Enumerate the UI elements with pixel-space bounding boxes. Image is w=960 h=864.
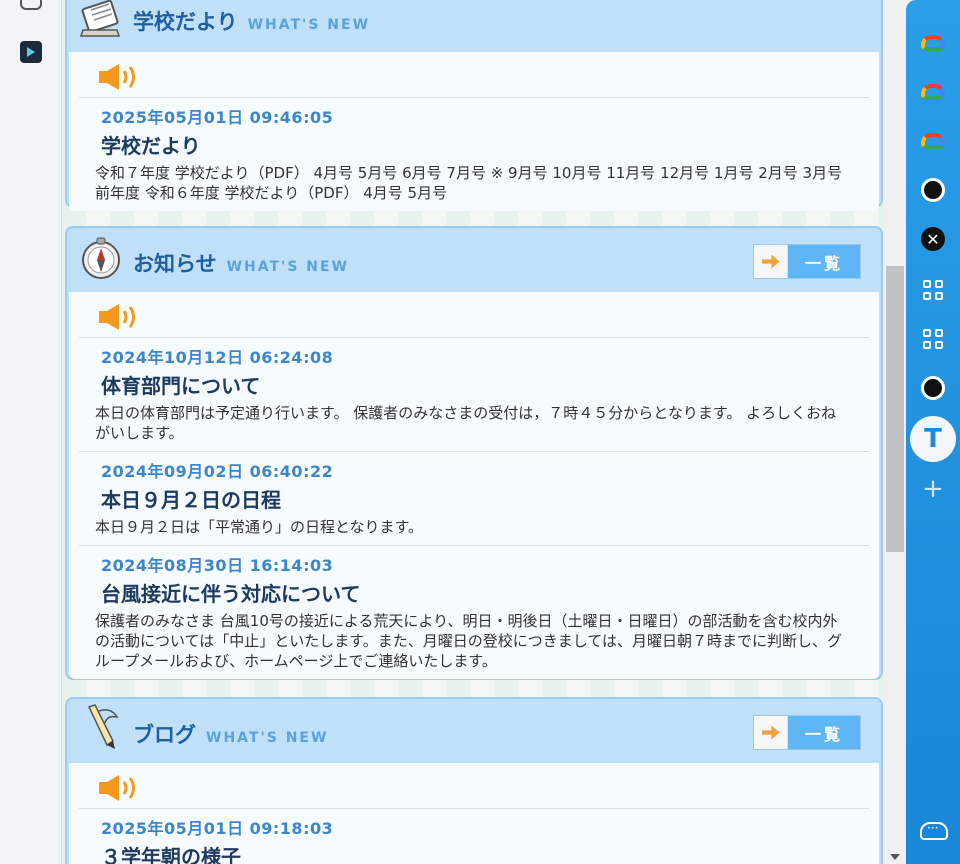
panel-header: 学校だより WHAT'S NEW [67, 0, 881, 52]
panel-subtitle: WHAT'S NEW [247, 17, 371, 33]
notices-panel: お知らせ WHAT'S NEW 一覧 2024年10月12日 06:24:08 体… [65, 226, 883, 680]
entry-title[interactable]: 体育部門について [101, 370, 859, 399]
entry-date: 2024年09月02日 06:40:22 [101, 462, 334, 481]
book-icon [79, 0, 121, 37]
chatgpt-icon[interactable] [910, 365, 956, 411]
list-item[interactable]: 2025年05月01日 09:18:03 ３学年朝の様子 [79, 809, 869, 864]
view-all-label: 一覧 [788, 245, 860, 278]
blog-panel: ブログ WHAT'S NEW 一覧 2025年05月01日 09:18:03 ３学… [65, 697, 883, 864]
t-app-icon[interactable]: T [910, 416, 956, 462]
panel-body: 2024年10月12日 06:24:08 体育部門について 本日の体育部門は予定… [69, 292, 879, 679]
panel-header: お知らせ WHAT'S NEW 一覧 [67, 228, 881, 292]
entry-title[interactable]: 台風接近に伴う対応について [101, 578, 859, 607]
pencil-icon [87, 704, 119, 749]
panel-title: 学校だより WHAT'S NEW [133, 10, 371, 34]
entry-text: 本日９月２日は「平常通り」の日程となります。 [95, 518, 424, 536]
entry-date: 2024年08月30日 16:14:03 [101, 556, 334, 575]
panel-header: ブログ WHAT'S NEW 一覧 [67, 699, 881, 763]
panel-title: お知らせ WHAT'S NEW [133, 252, 350, 276]
speaker-row [79, 52, 869, 98]
left-browser-strip [0, 0, 62, 864]
right-sidebar: ✕ T + [906, 0, 960, 864]
speaker-row [79, 292, 869, 338]
google-cloud-icon[interactable] [910, 118, 956, 164]
page-content: 学校だより WHAT'S NEW 2025年05月01日 09:46:05 学校だ… [62, 0, 884, 864]
entry-title[interactable]: 学校だより [101, 130, 859, 159]
scroll-down-arrow-icon[interactable] [890, 854, 900, 860]
list-item[interactable]: 2024年08月30日 16:14:03 台風接近に伴う対応について 保護者のみ… [79, 546, 869, 679]
view-all-label: 一覧 [788, 716, 860, 749]
view-all-button[interactable]: 一覧 [753, 244, 861, 279]
panel-body: 2025年05月01日 09:46:05 学校だより 令和７年度 学校だより（P… [69, 52, 879, 211]
x-icon[interactable]: ✕ [910, 216, 956, 262]
entry-text: 本日の体育部門は予定通り行います。 保護者のみなさまの受付は，７時４５分からとな… [95, 404, 837, 442]
arrow-right-icon [754, 716, 788, 749]
speaker-icon[interactable] [97, 302, 143, 332]
apps-grid-icon[interactable] [910, 267, 956, 313]
panel-subtitle: WHAT'S NEW [206, 730, 329, 746]
panel-body: 2025年05月01日 09:18:03 ３学年朝の様子 [69, 763, 879, 864]
entry-text: 令和７年度 学校だより（PDF） 4月号 5月号 6月号 7月号 ※ 9月号 1… [95, 164, 862, 202]
panel-title: ブログ WHAT'S NEW [133, 723, 329, 747]
entry-date: 2025年05月01日 09:18:03 [101, 819, 334, 838]
list-item[interactable]: 2024年10月12日 06:24:08 体育部門について 本日の体育部門は予定… [79, 338, 869, 452]
scrollbar-thumb[interactable] [886, 266, 904, 552]
extension-icon[interactable] [20, 0, 42, 10]
google-cloud-icon[interactable] [910, 69, 956, 115]
entry-text: 保護者のみなさま 台風10号の接近による荒天により、明日・明後日（土曜日・日曜日… [95, 612, 843, 670]
app-shortcut-icon[interactable] [20, 41, 42, 63]
speaker-icon[interactable] [97, 62, 143, 92]
compass-icon [82, 237, 120, 279]
chatgpt-icon[interactable] [910, 167, 956, 213]
list-item[interactable]: 2024年09月02日 06:40:22 本日９月２日の日程 本日９月２日は「平… [79, 452, 869, 546]
google-cloud-icon[interactable] [910, 20, 956, 66]
add-icon[interactable]: + [910, 466, 956, 512]
speaker-row [79, 763, 869, 809]
apps-grid-icon[interactable] [910, 316, 956, 362]
school-news-panel: 学校だより WHAT'S NEW 2025年05月01日 09:46:05 学校だ… [65, 0, 883, 211]
arrow-right-icon [754, 245, 788, 278]
view-all-button[interactable]: 一覧 [753, 715, 861, 750]
cloud-settings-icon[interactable] [920, 821, 948, 840]
entry-title[interactable]: ３学年朝の様子 [101, 841, 859, 864]
page-scrollbar[interactable] [884, 0, 906, 864]
entry-date: 2025年05月01日 09:46:05 [101, 108, 334, 127]
entry-title[interactable]: 本日９月２日の日程 [101, 484, 859, 513]
entry-date: 2024年10月12日 06:24:08 [101, 348, 334, 367]
speaker-icon[interactable] [97, 773, 143, 803]
list-item[interactable]: 2025年05月01日 09:46:05 学校だより 令和７年度 学校だより（P… [79, 98, 869, 211]
panel-subtitle: WHAT'S NEW [226, 259, 350, 275]
